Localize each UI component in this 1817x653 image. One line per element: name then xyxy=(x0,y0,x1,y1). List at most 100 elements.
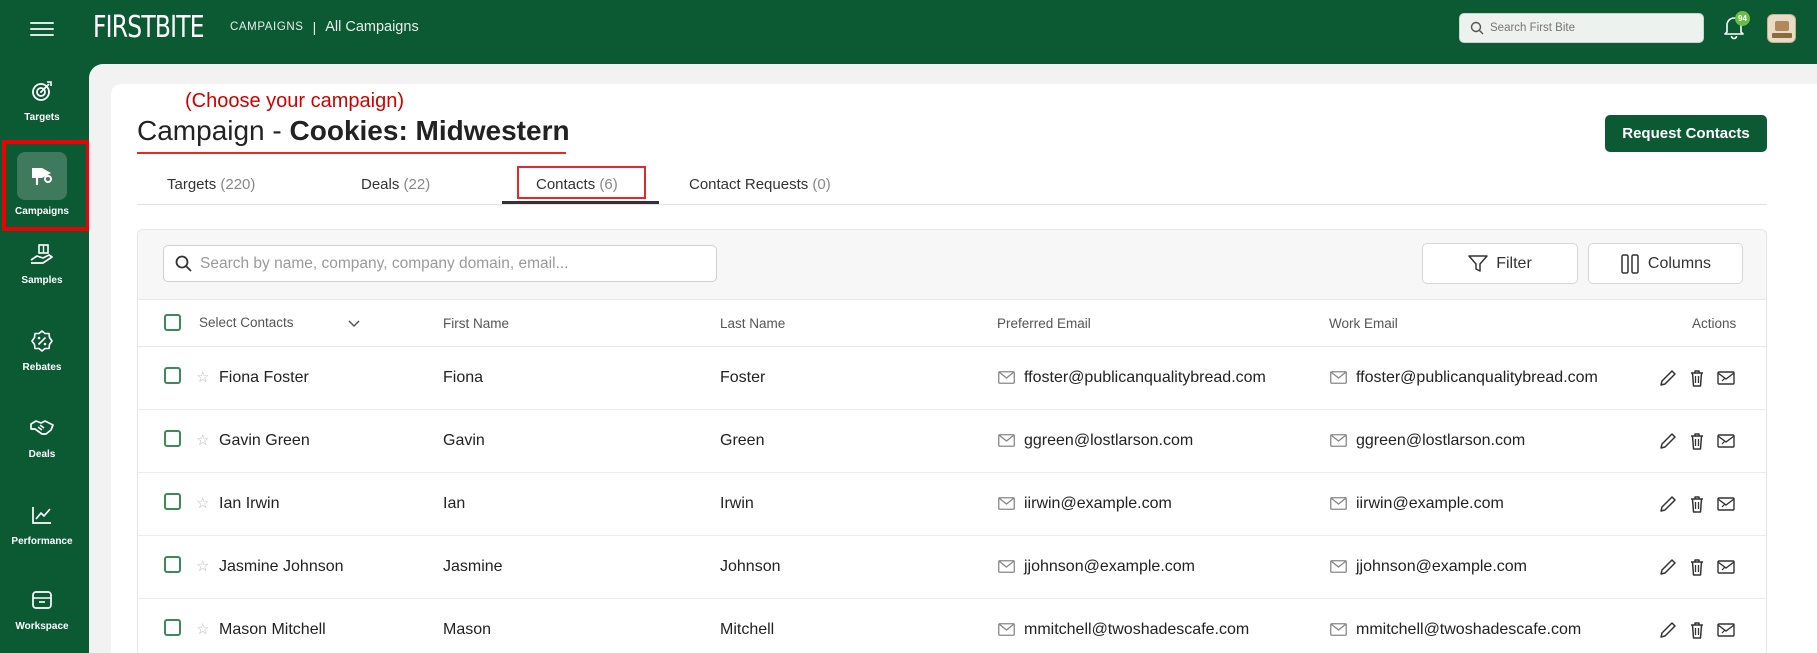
preferred-email-cell[interactable]: jjohnson@example.com xyxy=(1024,558,1195,576)
sidebar-item-deals[interactable]: Deals xyxy=(0,403,84,483)
tab-label: Contacts xyxy=(536,176,596,193)
edit-pencil-icon[interactable] xyxy=(1658,431,1678,451)
row-checkbox[interactable] xyxy=(164,556,181,573)
trash-icon[interactable] xyxy=(1687,431,1707,451)
columns-button[interactable]: Columns xyxy=(1588,243,1743,284)
breadcrumb: CAMPAIGNS | All Campaigns xyxy=(230,19,419,35)
header-first-name[interactable]: First Name xyxy=(443,316,509,331)
trash-icon[interactable] xyxy=(1687,620,1707,640)
campaign-name[interactable]: Cookies: Midwestern xyxy=(290,115,570,146)
annotation-note: (Choose your campaign) xyxy=(185,90,404,112)
header-actions: Actions xyxy=(1692,316,1737,331)
search-icon xyxy=(175,255,192,272)
trash-icon[interactable] xyxy=(1687,557,1707,577)
row-checkbox[interactable] xyxy=(164,430,181,447)
notifications-bell-icon[interactable]: 94 xyxy=(1722,11,1750,42)
filter-label: Filter xyxy=(1496,254,1532,272)
chevron-down-icon[interactable] xyxy=(347,319,361,329)
first-name-cell: Gavin xyxy=(443,432,485,449)
sidebar-item-workspace[interactable]: Workspace xyxy=(0,575,84,653)
row-checkbox[interactable] xyxy=(164,367,181,384)
tab-contact-requests[interactable]: Contact Requests (0) xyxy=(689,176,831,193)
header-work-email[interactable]: Work Email xyxy=(1329,316,1398,331)
contact-name[interactable]: Gavin Green xyxy=(219,432,310,450)
sidebar-item-targets[interactable]: Targets xyxy=(0,66,84,146)
mail-icon xyxy=(1330,560,1347,573)
row-checkbox[interactable] xyxy=(164,619,181,636)
tab-count: (22) xyxy=(403,176,431,193)
contact-name[interactable]: Jasmine Johnson xyxy=(219,558,344,576)
filter-button[interactable]: Filter xyxy=(1422,243,1578,284)
sidebar-item-label: Workspace xyxy=(15,621,69,632)
table-row: ☆ Fiona Foster Fiona Foster ffoster@publ… xyxy=(138,347,1766,410)
brand-logo[interactable]: FIRSTBITE xyxy=(93,10,205,45)
sidebar-item-rebates[interactable]: Rebates xyxy=(0,316,84,396)
last-name-cell: Foster xyxy=(720,369,766,386)
request-contacts-button[interactable]: Request Contacts xyxy=(1605,115,1767,152)
header-select-contacts[interactable]: Select Contacts xyxy=(199,315,294,330)
sidebar-item-label: Deals xyxy=(28,449,56,460)
work-email-cell[interactable]: ggreen@lostlarson.com xyxy=(1356,432,1525,450)
mail-icon xyxy=(998,623,1015,636)
sidebar-item-label: Performance xyxy=(11,536,73,547)
work-email-cell[interactable]: mmitchell@twoshadescafe.com xyxy=(1356,621,1581,639)
send-mail-icon[interactable] xyxy=(1716,620,1736,640)
chart-line-icon xyxy=(27,500,57,530)
page-title: Campaign - Cookies: Midwestern xyxy=(137,115,570,147)
hamburger-menu-icon[interactable] xyxy=(30,18,54,40)
header-preferred-email[interactable]: Preferred Email xyxy=(997,316,1091,331)
trash-icon[interactable] xyxy=(1687,368,1707,388)
grid-toolbar: Filter Columns xyxy=(138,230,1766,300)
archive-box-icon xyxy=(27,585,57,615)
global-search-input[interactable] xyxy=(1490,22,1690,34)
last-name-cell: Johnson xyxy=(720,558,781,575)
star-icon[interactable]: ☆ xyxy=(196,622,209,637)
tab-contacts[interactable]: Contacts (6) xyxy=(536,176,618,193)
preferred-email-cell[interactable]: mmitchell@twoshadescafe.com xyxy=(1024,621,1249,639)
send-mail-icon[interactable] xyxy=(1716,368,1736,388)
send-mail-icon[interactable] xyxy=(1716,557,1736,577)
send-mail-icon[interactable] xyxy=(1716,494,1736,514)
columns-icon xyxy=(1621,253,1639,274)
edit-pencil-icon[interactable] xyxy=(1658,494,1678,514)
edit-pencil-icon[interactable] xyxy=(1658,368,1678,388)
preferred-email-cell[interactable]: ggreen@lostlarson.com xyxy=(1024,432,1193,450)
send-mail-icon[interactable] xyxy=(1716,431,1736,451)
tab-deals[interactable]: Deals (22) xyxy=(361,176,430,193)
contact-name[interactable]: Mason Mitchell xyxy=(219,621,326,639)
mail-icon xyxy=(1330,623,1347,636)
trash-icon[interactable] xyxy=(1687,494,1707,514)
breadcrumb-section[interactable]: CAMPAIGNS xyxy=(230,21,304,33)
header-last-name[interactable]: Last Name xyxy=(720,316,785,331)
work-email-cell[interactable]: jjohnson@example.com xyxy=(1356,558,1527,576)
edit-pencil-icon[interactable] xyxy=(1658,557,1678,577)
mail-icon xyxy=(998,434,1015,447)
preferred-email-cell[interactable]: iirwin@example.com xyxy=(1024,495,1172,513)
top-bar: FIRSTBITE CAMPAIGNS | All Campaigns 94 xyxy=(0,0,1817,64)
mail-icon xyxy=(998,497,1015,510)
contact-name[interactable]: Fiona Foster xyxy=(219,369,309,387)
search-icon xyxy=(1470,21,1484,35)
edit-pencil-icon[interactable] xyxy=(1658,620,1678,640)
user-avatar[interactable] xyxy=(1767,14,1796,43)
grid-search[interactable] xyxy=(163,245,717,282)
star-icon[interactable]: ☆ xyxy=(196,370,209,385)
grid-search-input[interactable] xyxy=(200,254,700,273)
target-icon xyxy=(27,76,57,106)
sidebar-item-performance[interactable]: Performance xyxy=(0,490,84,570)
tab-label: Deals xyxy=(361,176,400,193)
tab-targets[interactable]: Targets (220) xyxy=(167,176,255,193)
star-icon[interactable]: ☆ xyxy=(196,559,209,574)
preferred-email-cell[interactable]: ffoster@publicanqualitybread.com xyxy=(1024,369,1266,387)
contact-name[interactable]: Ian Irwin xyxy=(219,495,279,513)
breadcrumb-separator: | xyxy=(312,19,317,35)
work-email-cell[interactable]: iirwin@example.com xyxy=(1356,495,1504,513)
row-checkbox[interactable] xyxy=(164,493,181,510)
global-search[interactable] xyxy=(1459,13,1704,43)
contacts-grid: Filter Columns Select Contacts First Nam… xyxy=(137,229,1767,653)
work-email-cell[interactable]: ffoster@publicanqualitybread.com xyxy=(1356,369,1598,387)
select-all-checkbox[interactable] xyxy=(164,314,181,331)
star-icon[interactable]: ☆ xyxy=(196,433,209,448)
star-icon[interactable]: ☆ xyxy=(196,496,209,511)
sidebar-item-samples[interactable]: Samples xyxy=(0,229,84,309)
